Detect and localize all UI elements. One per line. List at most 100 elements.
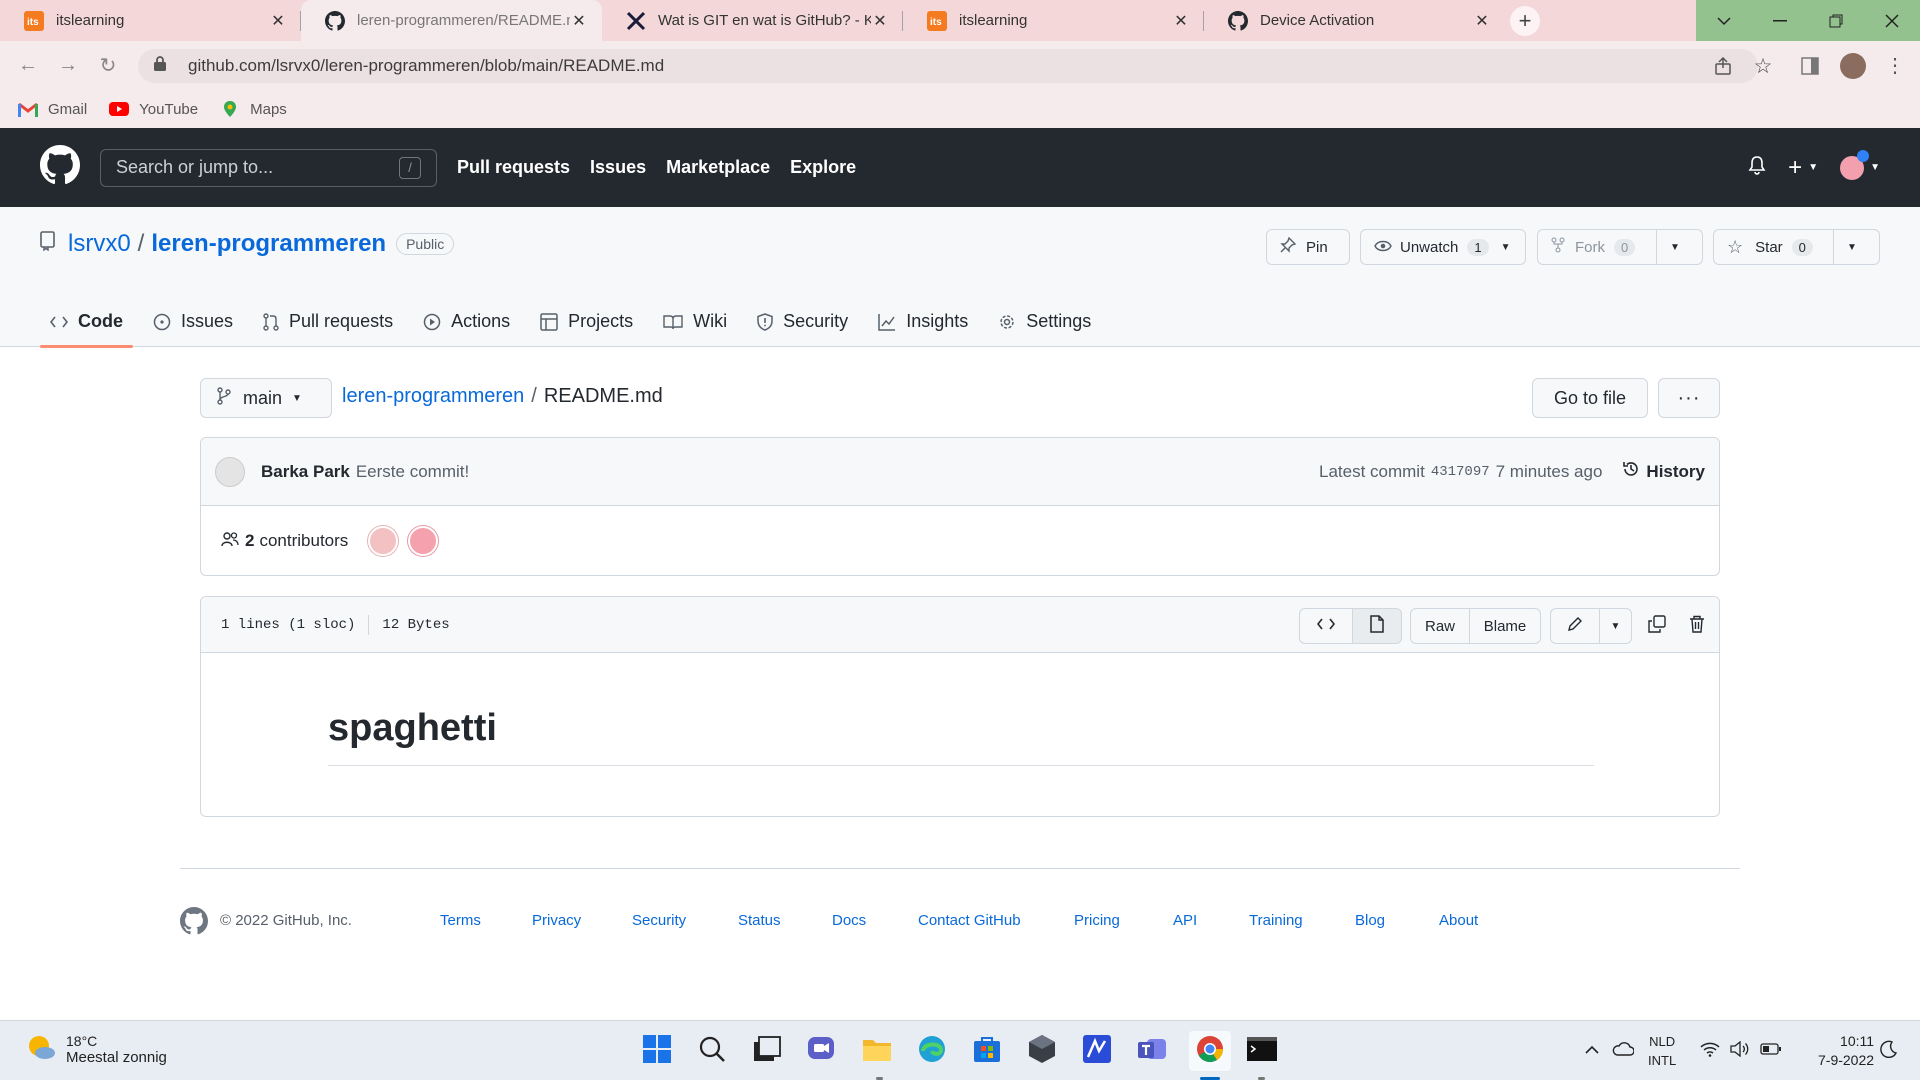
- footer-link-status[interactable]: Status: [738, 912, 781, 929]
- teams-button[interactable]: [1134, 1033, 1170, 1069]
- breadcrumb-repo-link[interactable]: leren-programmeren: [342, 385, 524, 408]
- file-explorer-button[interactable]: [859, 1033, 895, 1069]
- avatar[interactable]: [215, 456, 245, 487]
- tab-wiki[interactable]: Wiki: [653, 296, 737, 347]
- bell-icon[interactable]: [1748, 155, 1766, 180]
- history-link[interactable]: History: [1622, 460, 1705, 483]
- github-mark-icon[interactable]: [180, 907, 208, 939]
- browser-tab-device-activation[interactable]: Device Activation ✕: [1204, 0, 1505, 41]
- tab-pull-requests[interactable]: Pull requests: [253, 296, 403, 347]
- footer-link-privacy[interactable]: Privacy: [532, 912, 581, 929]
- start-button[interactable]: [639, 1033, 675, 1069]
- share-icon[interactable]: [1706, 49, 1740, 83]
- edit-button[interactable]: [1550, 608, 1600, 644]
- display-source-button[interactable]: [1299, 608, 1353, 644]
- footer-link-pricing[interactable]: Pricing: [1074, 912, 1120, 929]
- close-icon[interactable]: ✕: [1172, 11, 1190, 31]
- edit-dropdown-button[interactable]: ▼: [1599, 608, 1632, 644]
- weather-widget[interactable]: 18°C Meestal zonnig: [26, 1033, 167, 1066]
- contributors-count[interactable]: 2: [245, 531, 254, 551]
- store-button[interactable]: [969, 1033, 1005, 1069]
- close-icon[interactable]: ✕: [871, 11, 889, 31]
- create-new-dropdown[interactable]: + ▼: [1788, 155, 1818, 180]
- close-icon[interactable]: ✕: [1473, 11, 1491, 31]
- onedrive-button[interactable]: [1608, 1033, 1638, 1069]
- language-indicator[interactable]: NLD INTL: [1648, 1032, 1676, 1070]
- task-view-button[interactable]: [749, 1033, 785, 1069]
- restore-button[interactable]: [1808, 0, 1864, 41]
- user-menu[interactable]: ▼: [1840, 149, 1880, 180]
- more-options-button[interactable]: ···: [1658, 378, 1720, 418]
- unwatch-button[interactable]: Unwatch 1 ▼: [1360, 229, 1526, 265]
- chrome-button[interactable]: [1189, 1031, 1231, 1071]
- copy-button[interactable]: [1639, 608, 1675, 644]
- github-logo-icon[interactable]: [40, 145, 80, 190]
- clock[interactable]: 10:11 7-9-2022: [1818, 1032, 1874, 1070]
- footer-link-contact[interactable]: Contact GitHub: [918, 912, 1021, 929]
- search-button[interactable]: [694, 1033, 730, 1069]
- nav-explore[interactable]: Explore: [790, 157, 856, 178]
- fork-button[interactable]: Fork 0: [1538, 230, 1657, 264]
- commit-sha[interactable]: 4317097: [1431, 464, 1490, 480]
- browser-tab-itslearning-2[interactable]: its itslearning ✕: [903, 0, 1204, 41]
- close-icon[interactable]: ✕: [570, 11, 588, 31]
- commit-author[interactable]: Barka Park: [261, 462, 350, 482]
- avatar[interactable]: [368, 526, 399, 556]
- tab-actions[interactable]: Actions: [413, 296, 520, 347]
- reload-button[interactable]: ↻: [88, 48, 128, 84]
- edge-button[interactable]: [914, 1033, 950, 1069]
- footer-link-training[interactable]: Training: [1249, 912, 1303, 929]
- browser-tab-git-article[interactable]: Wat is GIT en wat is GitHub? - Ko ✕: [602, 0, 903, 41]
- pin-button[interactable]: Pin: [1266, 229, 1350, 265]
- footer-link-api[interactable]: API: [1173, 912, 1197, 929]
- footer-link-blog[interactable]: Blog: [1355, 912, 1385, 929]
- back-button[interactable]: ←: [8, 48, 48, 84]
- bookmark-youtube[interactable]: YouTube: [109, 101, 198, 118]
- contributors-label[interactable]: contributors: [259, 531, 348, 551]
- blame-button[interactable]: Blame: [1469, 608, 1541, 644]
- star-button[interactable]: ☆ Star 0: [1714, 230, 1834, 264]
- side-panel-icon[interactable]: [1793, 49, 1827, 83]
- avatar[interactable]: [408, 526, 439, 556]
- browser-tab-itslearning-1[interactable]: its itslearning ✕: [0, 0, 301, 41]
- tab-issues[interactable]: Issues: [143, 296, 243, 347]
- fork-dropdown-button[interactable]: ▼: [1657, 230, 1693, 264]
- nav-marketplace[interactable]: Marketplace: [666, 157, 770, 178]
- star-bookmark-icon[interactable]: ☆: [1746, 49, 1780, 83]
- tab-projects[interactable]: Projects: [530, 296, 643, 347]
- tab-security[interactable]: Security: [747, 296, 858, 347]
- minimize-button[interactable]: [1752, 0, 1808, 41]
- bookmark-gmail[interactable]: Gmail: [18, 101, 87, 118]
- star-dropdown-button[interactable]: ▼: [1834, 230, 1870, 264]
- close-window-button[interactable]: [1864, 0, 1920, 41]
- footer-link-docs[interactable]: Docs: [832, 912, 866, 929]
- github-search-input[interactable]: Search or jump to... /: [100, 148, 437, 187]
- repo-name-link[interactable]: leren-programmeren: [151, 230, 386, 258]
- address-bar[interactable]: github.com/lsrvx0/leren-programmeren/blo…: [138, 49, 1758, 83]
- nav-issues[interactable]: Issues: [590, 157, 646, 178]
- repo-owner-link[interactable]: lsrvx0: [68, 230, 131, 258]
- raw-button[interactable]: Raw: [1410, 608, 1470, 644]
- show-hidden-icons-button[interactable]: [1577, 1033, 1607, 1069]
- footer-link-about[interactable]: About: [1439, 912, 1478, 929]
- notifications-button[interactable]: [1874, 1033, 1904, 1069]
- tab-search-button[interactable]: [1696, 0, 1752, 41]
- chat-button[interactable]: [804, 1033, 840, 1069]
- browser-tab-readme[interactable]: leren-programmeren/README.m ✕: [301, 0, 602, 41]
- delete-button[interactable]: [1679, 608, 1715, 644]
- forward-button[interactable]: →: [48, 48, 88, 84]
- go-to-file-button[interactable]: Go to file: [1532, 378, 1648, 418]
- footer-link-terms[interactable]: Terms: [440, 912, 481, 929]
- tab-settings[interactable]: Settings: [988, 296, 1101, 347]
- terminal-button[interactable]: [1244, 1033, 1280, 1069]
- commit-message[interactable]: Eerste commit!: [356, 462, 469, 482]
- tab-code[interactable]: Code: [40, 296, 133, 348]
- footer-link-security[interactable]: Security: [632, 912, 686, 929]
- close-icon[interactable]: ✕: [269, 11, 287, 31]
- system-tray[interactable]: [1700, 1040, 1782, 1062]
- bookmark-maps[interactable]: Maps: [220, 101, 287, 118]
- new-tab-button[interactable]: +: [1505, 0, 1545, 41]
- browser-menu-icon[interactable]: ⋮: [1878, 49, 1912, 83]
- branch-selector[interactable]: main ▼: [200, 378, 332, 418]
- tab-insights[interactable]: Insights: [868, 296, 978, 347]
